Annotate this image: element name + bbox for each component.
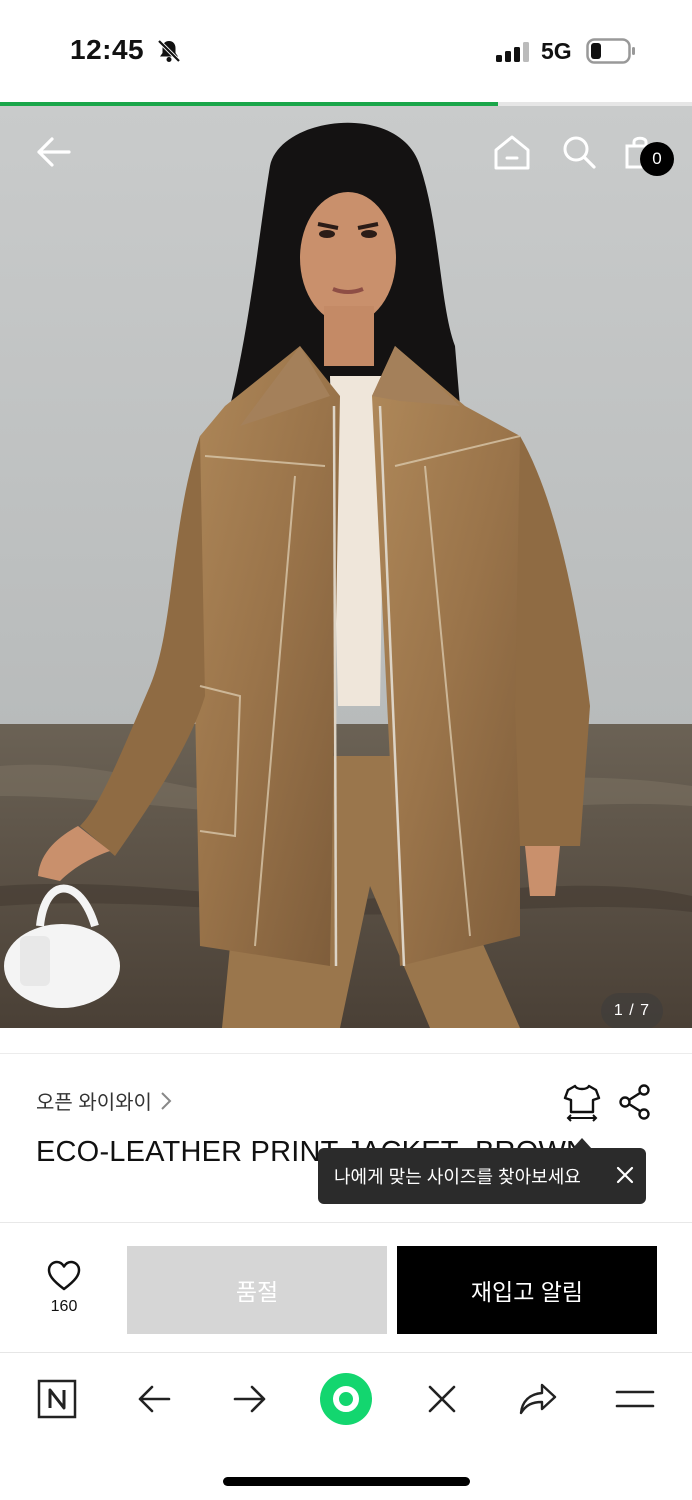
- search-icon: [563, 136, 596, 169]
- like-count: 160: [50, 1298, 78, 1315]
- size-tooltip-text: 나에게 맞는 사이즈를 찾아보세요: [334, 1167, 581, 1187]
- forward-icon: [233, 1385, 266, 1413]
- chevron-right-icon: [161, 1091, 172, 1110]
- close-icon: [428, 1385, 456, 1413]
- tooltip-close-button[interactable]: [614, 1164, 636, 1191]
- browser-back-button[interactable]: [130, 1375, 178, 1423]
- browser-share-button[interactable]: [514, 1375, 562, 1423]
- status-bar: 12:45 5G: [0, 0, 692, 104]
- naver-icon: [37, 1379, 77, 1419]
- like-button[interactable]: 160: [36, 1260, 92, 1316]
- size-guide-button[interactable]: [562, 1082, 602, 1127]
- size-tooltip: 나에게 맞는 사이즈를 찾아보세요: [318, 1148, 646, 1204]
- green-dot-button[interactable]: [318, 1371, 374, 1427]
- bell-slash-icon: [157, 39, 181, 63]
- divider: [0, 1222, 692, 1223]
- close-icon: [616, 1166, 634, 1184]
- home-indicator: [223, 1477, 470, 1486]
- product-image-gallery[interactable]: 1 / 7: [0, 106, 692, 1028]
- share-icon: [619, 1084, 650, 1120]
- brand-name: 오픈 와이와이: [36, 1092, 152, 1114]
- browser-forward-button[interactable]: [226, 1375, 274, 1423]
- signal-icon: [496, 42, 529, 62]
- back-button[interactable]: [31, 130, 75, 174]
- heart-icon: [47, 1260, 81, 1291]
- browser-menu-button[interactable]: [611, 1375, 659, 1423]
- arrow-left-icon: [37, 137, 71, 167]
- section-divider: [0, 1028, 692, 1054]
- product-photo: [0, 106, 692, 1028]
- browser-close-button[interactable]: [418, 1375, 466, 1423]
- share-button[interactable]: [618, 1084, 652, 1125]
- cart-count-badge: 0: [640, 142, 674, 176]
- battery-icon: [586, 38, 635, 64]
- product-page: 12:45 5G 1 / 7 0 오픈 와이와이 ECO-LEATHER PRI…: [0, 0, 692, 1500]
- green-dot-icon: [320, 1373, 372, 1425]
- soldout-button: 품절: [127, 1246, 387, 1334]
- share-arrow-icon: [519, 1383, 557, 1415]
- home-button[interactable]: [490, 130, 534, 174]
- home-icon: [494, 135, 530, 170]
- menu-icon: [615, 1390, 655, 1408]
- restock-alert-button[interactable]: 재입고 알림: [397, 1246, 657, 1334]
- naver-button[interactable]: [33, 1375, 81, 1423]
- network-label: 5G: [541, 38, 572, 64]
- status-time: 12:45: [70, 34, 145, 65]
- search-button[interactable]: [557, 130, 601, 174]
- brand-link[interactable]: 오픈 와이와이: [36, 1086, 172, 1115]
- gallery-page-indicator: 1 / 7: [601, 993, 663, 1028]
- tshirt-size-icon: [563, 1084, 601, 1122]
- back-icon: [138, 1385, 171, 1413]
